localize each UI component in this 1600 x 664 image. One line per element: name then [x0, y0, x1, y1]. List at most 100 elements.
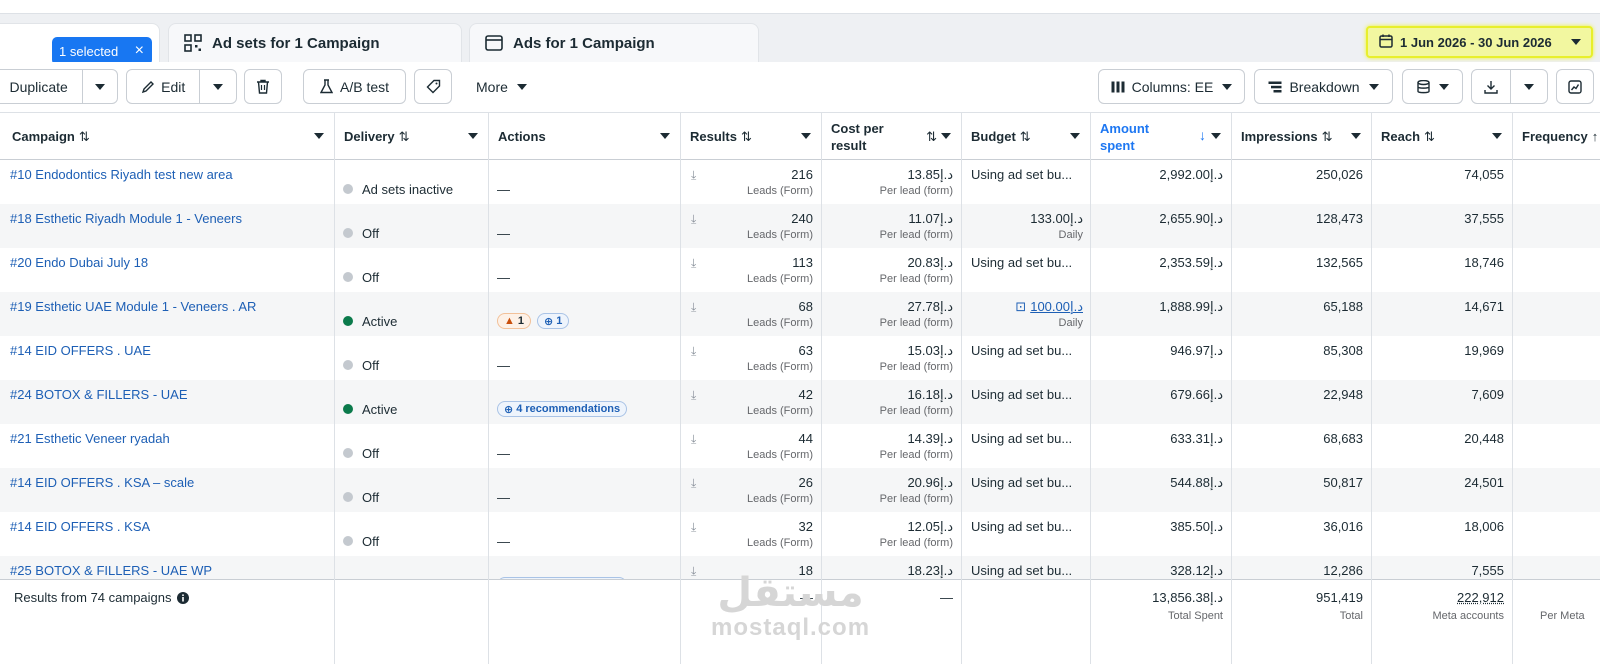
reach-value: 18,746	[1464, 255, 1504, 270]
column-header-amount-spent[interactable]: Amount spent ↓	[1090, 113, 1231, 160]
table-row[interactable]: #14 EID OFFERS . KSA – scale Off — ⤓ 26 …	[0, 468, 1600, 512]
recommendation-badge[interactable]: ⊕ 1	[537, 313, 570, 329]
impressions-value: 50,817	[1323, 475, 1363, 490]
chevron-down-icon[interactable]	[1492, 133, 1502, 139]
column-header-budget[interactable]: Budget ⇅	[961, 113, 1090, 160]
budget-sub: Daily	[1058, 317, 1083, 329]
export-button[interactable]	[1472, 70, 1510, 103]
breakdown-icon	[1268, 81, 1282, 93]
sort-icon[interactable]: ⇅	[79, 129, 90, 145]
table-row[interactable]: #14 EID OFFERS . KSA Off — ⤓ 32 Leads (F…	[0, 512, 1600, 556]
watermark-ar: مستقل	[717, 571, 864, 615]
table-row[interactable]: #20 Endo Dubai July 18 Off — ⤓ 113 Leads…	[0, 248, 1600, 292]
table-row[interactable]: #18 Esthetic Riyadh Module 1 - Veneers O…	[0, 204, 1600, 248]
results-type: Leads (Form)	[746, 185, 813, 197]
chevron-down-icon[interactable]	[314, 133, 324, 139]
sort-icon[interactable]: ⇅	[1020, 129, 1031, 145]
column-divider	[488, 113, 489, 664]
tab-ads-label: Ads for 1 Campaign	[513, 34, 655, 52]
recommendation-label: 4 recommendations	[516, 403, 621, 415]
chevron-down-icon[interactable]	[941, 133, 951, 139]
column-header-delivery[interactable]: Delivery ⇅	[334, 113, 488, 160]
tab-campaigns[interactable]: 1 selected ×	[0, 23, 160, 65]
reach-value: 19,969	[1464, 343, 1504, 358]
chart-button[interactable]	[1556, 69, 1594, 104]
tab-ad-sets[interactable]: Ad sets for 1 Campaign	[168, 23, 462, 62]
actions-empty: —	[497, 533, 510, 549]
status-dot	[343, 404, 353, 414]
download-icon	[1484, 80, 1498, 94]
delivery-label: Off	[362, 225, 380, 241]
results-type: Leads (Form)	[746, 229, 813, 241]
budget-value[interactable]: 100.00د.إ	[1030, 299, 1083, 314]
watermark: مستقل mostaql.com	[711, 573, 870, 643]
sort-icon[interactable]: ⇅	[1424, 129, 1435, 145]
sort-icon[interactable]: ⇅	[741, 129, 752, 145]
delivery-label: Off	[362, 269, 380, 285]
table-row[interactable]: #21 Esthetic Veneer ryadah Off — ⤓ 44 Le…	[0, 424, 1600, 468]
ab-test-button[interactable]: A/B test	[303, 69, 406, 104]
table-row[interactable]: #10 Endodontics Riyadh test new area Ad …	[0, 160, 1600, 204]
column-header-reach[interactable]: Reach ⇅	[1371, 113, 1512, 160]
export-dropdown[interactable]	[1510, 70, 1547, 103]
tab-ad-sets-label: Ad sets for 1 Campaign	[212, 34, 380, 52]
results-type: Leads (Form)	[746, 449, 813, 461]
column-header-cost-per-result[interactable]: Cost per result ⇅	[821, 113, 961, 160]
delete-button[interactable]	[244, 69, 282, 104]
date-range-picker[interactable]: 1 Jun 2026 - 30 Jun 2026	[1366, 26, 1593, 58]
status-dot	[343, 492, 353, 502]
cost-per-result-type: Per lead (form)	[879, 185, 953, 197]
info-icon[interactable]	[176, 591, 189, 604]
amount-spent-value: 679.66د.إ	[1170, 387, 1223, 402]
close-icon[interactable]: ×	[135, 42, 144, 60]
sort-icon[interactable]: ⇅	[1322, 129, 1333, 145]
column-header-frequency[interactable]: Frequency ↑	[1512, 113, 1600, 160]
sort-icon[interactable]: ⇅	[926, 128, 937, 145]
chevron-down-icon[interactable]	[1351, 133, 1361, 139]
reach-value: 37,555	[1464, 211, 1504, 226]
actions-empty: —	[497, 445, 510, 461]
table-row[interactable]: #24 BOTOX & FILLERS - UAE Active ⊕ 4 reco…	[0, 380, 1600, 424]
grid-icon	[183, 33, 203, 53]
sort-down-icon[interactable]: ↓	[1199, 127, 1206, 144]
budget-value: 133.00د.إ	[1030, 211, 1083, 226]
actions-empty: —	[497, 225, 510, 241]
more-button[interactable]: More	[476, 69, 527, 104]
table-row[interactable]: #14 EID OFFERS . UAE Off — ⤓ 63 Leads (F…	[0, 336, 1600, 380]
cost-header-label-1: Cost per	[831, 120, 884, 136]
table-row[interactable]: #19 Esthetic UAE Module 1 - Veneers . AR…	[0, 292, 1600, 336]
chevron-down-icon[interactable]	[1070, 133, 1080, 139]
reports-button[interactable]	[1402, 69, 1463, 104]
edit-button[interactable]: Edit	[127, 70, 199, 103]
tab-ads[interactable]: Ads for 1 Campaign	[469, 23, 759, 62]
edit-budget-icon[interactable]: ⊡	[1015, 299, 1026, 314]
duplicate-button[interactable]: Duplicate	[0, 70, 82, 103]
column-header-actions[interactable]: Actions	[488, 113, 680, 160]
delivery-label: Off	[362, 445, 380, 461]
recommendation-badge[interactable]: ⊕ 4 recommendations	[497, 401, 628, 417]
column-header-results[interactable]: Results ⇅	[680, 113, 821, 160]
breakdown-button[interactable]: Breakdown	[1254, 69, 1393, 104]
duplicate-button-group: Duplicate	[0, 69, 118, 104]
delivery-label: Off	[362, 357, 380, 373]
warning-badge[interactable]: ▲ 1	[497, 313, 532, 329]
recommendation-icon: ⊕	[544, 315, 554, 328]
column-header-impressions[interactable]: Impressions ⇅	[1231, 113, 1371, 160]
column-header-campaign[interactable]: Campaign ⇅	[2, 113, 334, 160]
chevron-down-icon	[213, 83, 224, 90]
edit-dropdown[interactable]	[200, 70, 236, 103]
chevron-down-icon[interactable]	[1211, 133, 1221, 139]
chevron-down-icon[interactable]	[468, 133, 478, 139]
selected-pill[interactable]: 1 selected ×	[52, 37, 152, 65]
duplicate-dropdown[interactable]	[83, 70, 117, 103]
tag-button[interactable]	[414, 69, 452, 104]
sort-icon[interactable]: ↑	[1592, 129, 1599, 144]
sort-icon[interactable]: ⇅	[399, 129, 410, 145]
results-value: 216	[791, 167, 813, 182]
columns-button[interactable]: Columns: EE	[1098, 69, 1245, 104]
chevron-down-icon[interactable]	[801, 133, 811, 139]
actions-header-label: Actions	[498, 129, 546, 144]
chevron-down-icon[interactable]	[660, 133, 670, 139]
cost-header-label-2: result	[831, 137, 867, 153]
delivery-label: Off	[362, 533, 380, 549]
